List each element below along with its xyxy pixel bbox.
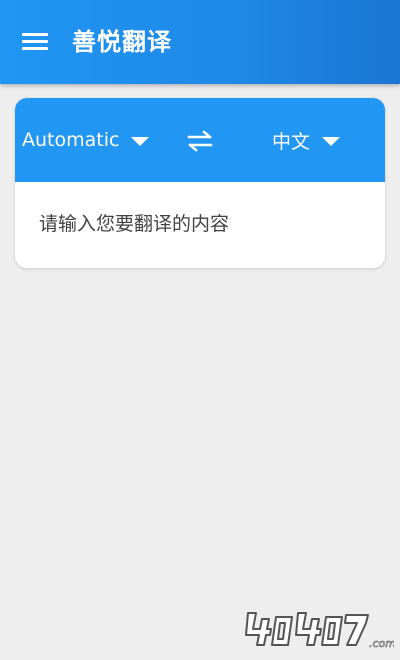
swap-arrows-svg	[187, 130, 213, 152]
target-language-label: 中文	[272, 130, 311, 153]
watermark-logo-svg: .com	[245, 612, 396, 650]
menu-icon-line	[22, 40, 48, 43]
source-language-label: Automatic	[22, 129, 120, 151]
target-language-select[interactable]: 中文	[272, 124, 341, 156]
translation-input[interactable]	[39, 209, 369, 239]
language-bar: Automatic 中文	[15, 98, 385, 182]
menu-icon-line	[22, 47, 48, 50]
source-language-select[interactable]: Automatic	[22, 124, 150, 156]
menu-icon-line	[22, 33, 48, 36]
menu-icon[interactable]	[20, 30, 52, 54]
app-title: 善悦翻译	[72, 28, 172, 56]
chevron-down-icon	[131, 136, 150, 146]
app-bar: 善悦翻译	[0, 0, 400, 84]
watermark-logo: .com	[244, 605, 396, 655]
translator-card: Automatic 中文	[15, 98, 385, 268]
swap-arrows-icon[interactable]	[185, 126, 215, 156]
chevron-down-icon	[322, 136, 341, 146]
svg-text:.com: .com	[369, 637, 394, 650]
